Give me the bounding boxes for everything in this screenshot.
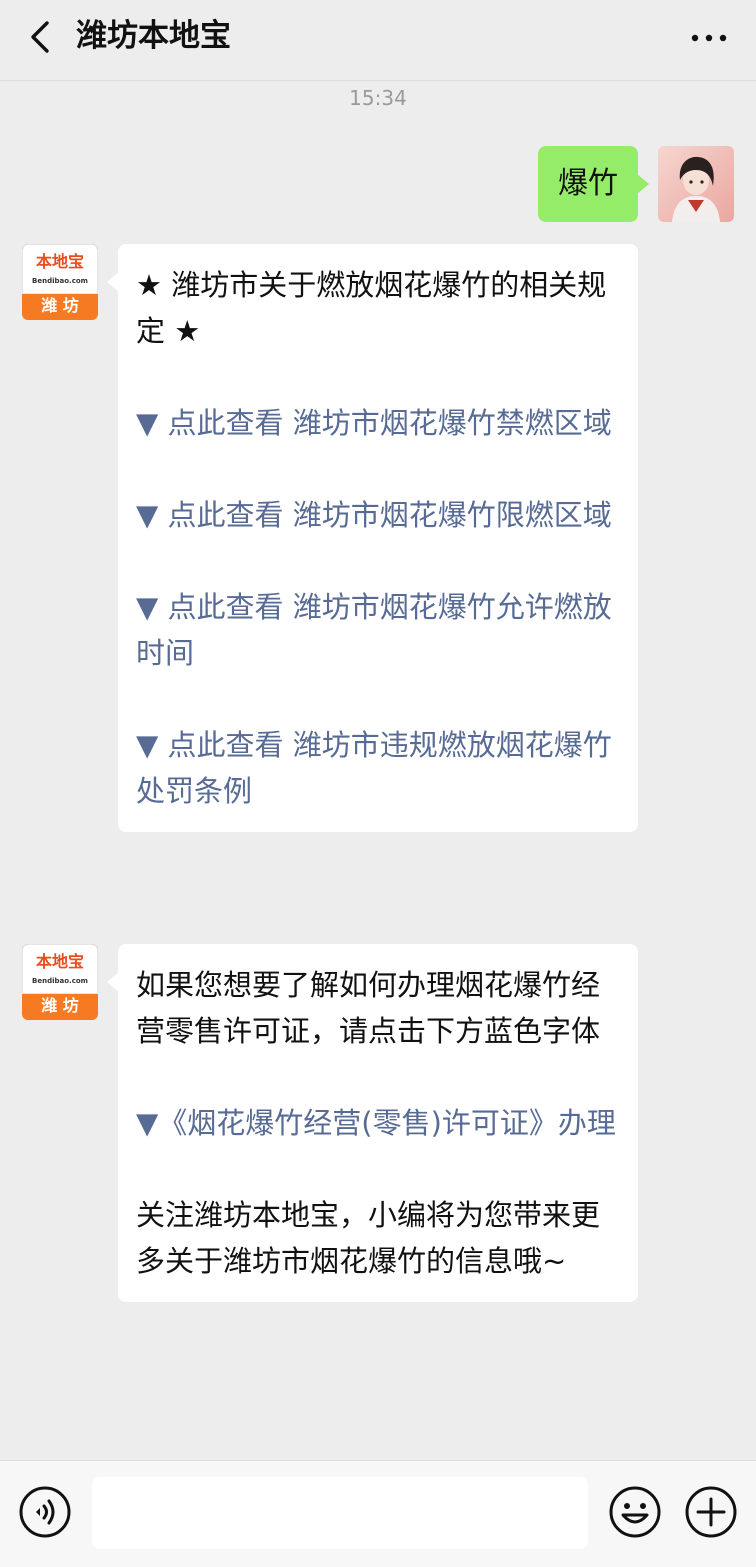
voice-icon [19, 1486, 71, 1538]
voice-button[interactable] [18, 1485, 72, 1539]
message-outro: 关注潍坊本地宝，小编将为您带来更多关于潍坊市烟花爆竹的信息哦~ [136, 1198, 601, 1278]
bot-avatar-city: 潍 坊 [41, 296, 79, 315]
link-no-burn-zone[interactable]: ▼ 点此查看 潍坊市烟花爆竹禁燃区域 [136, 400, 620, 446]
more-functions-button[interactable] [684, 1485, 738, 1539]
message-intro: 如果您想要了解如何办理烟花爆竹经营零售许可证，请点击下方蓝色字体 [136, 968, 601, 1048]
bot-avatar[interactable]: 本地宝 Bendibao.com 潍 坊 [22, 944, 98, 1020]
chat-header: 潍坊本地宝 [0, 0, 756, 81]
bot-message-bubble: 如果您想要了解如何办理烟花爆竹经营零售许可证，请点击下方蓝色字体 ▼《烟花爆竹经… [107, 944, 638, 1302]
user-message-bubble[interactable]: 爆竹 [538, 146, 649, 222]
bot-avatar[interactable]: 本地宝 Bendibao.com 潍 坊 [22, 244, 98, 320]
link-retail-license[interactable]: ▼《烟花爆竹经营(零售)许可证》办理 [136, 1100, 620, 1146]
more-dots-icon [691, 34, 727, 42]
chevron-left-icon [31, 21, 49, 53]
message-heading: ★ 潍坊市关于燃放烟花爆竹的相关规定 ★ [136, 268, 607, 348]
emoji-icon [609, 1486, 661, 1538]
bot-message-bubble: ★ 潍坊市关于燃放烟花爆竹的相关规定 ★ ▼ 点此查看 潍坊市烟花爆竹禁燃区域 … [107, 244, 638, 832]
emoji-button[interactable] [608, 1485, 662, 1539]
bot-avatar-domain: Bendibao.com [32, 277, 88, 285]
more-options-button[interactable] [684, 18, 734, 58]
user-avatar-image [658, 146, 734, 222]
plus-icon [685, 1486, 737, 1538]
bot-avatar-brand: 本地宝 [35, 952, 84, 971]
message-input[interactable] [92, 1477, 588, 1549]
chat-title: 潍坊本地宝 [76, 18, 231, 54]
back-button[interactable] [18, 14, 62, 60]
bot-avatar-brand: 本地宝 [35, 252, 84, 271]
message-timestamp: 15:34 [349, 86, 407, 110]
input-bar [0, 1460, 756, 1567]
link-restricted-zone[interactable]: ▼ 点此查看 潍坊市烟花爆竹限燃区域 [136, 492, 620, 538]
link-penalty-rules[interactable]: ▼ 点此查看 潍坊市违规燃放烟花爆竹处罚条例 [136, 722, 620, 814]
bot-avatar-domain: Bendibao.com [32, 977, 88, 985]
bot-avatar-city: 潍 坊 [41, 996, 79, 1015]
user-avatar[interactable] [658, 146, 734, 222]
link-allowed-time[interactable]: ▼ 点此查看 潍坊市烟花爆竹允许燃放时间 [136, 584, 620, 676]
